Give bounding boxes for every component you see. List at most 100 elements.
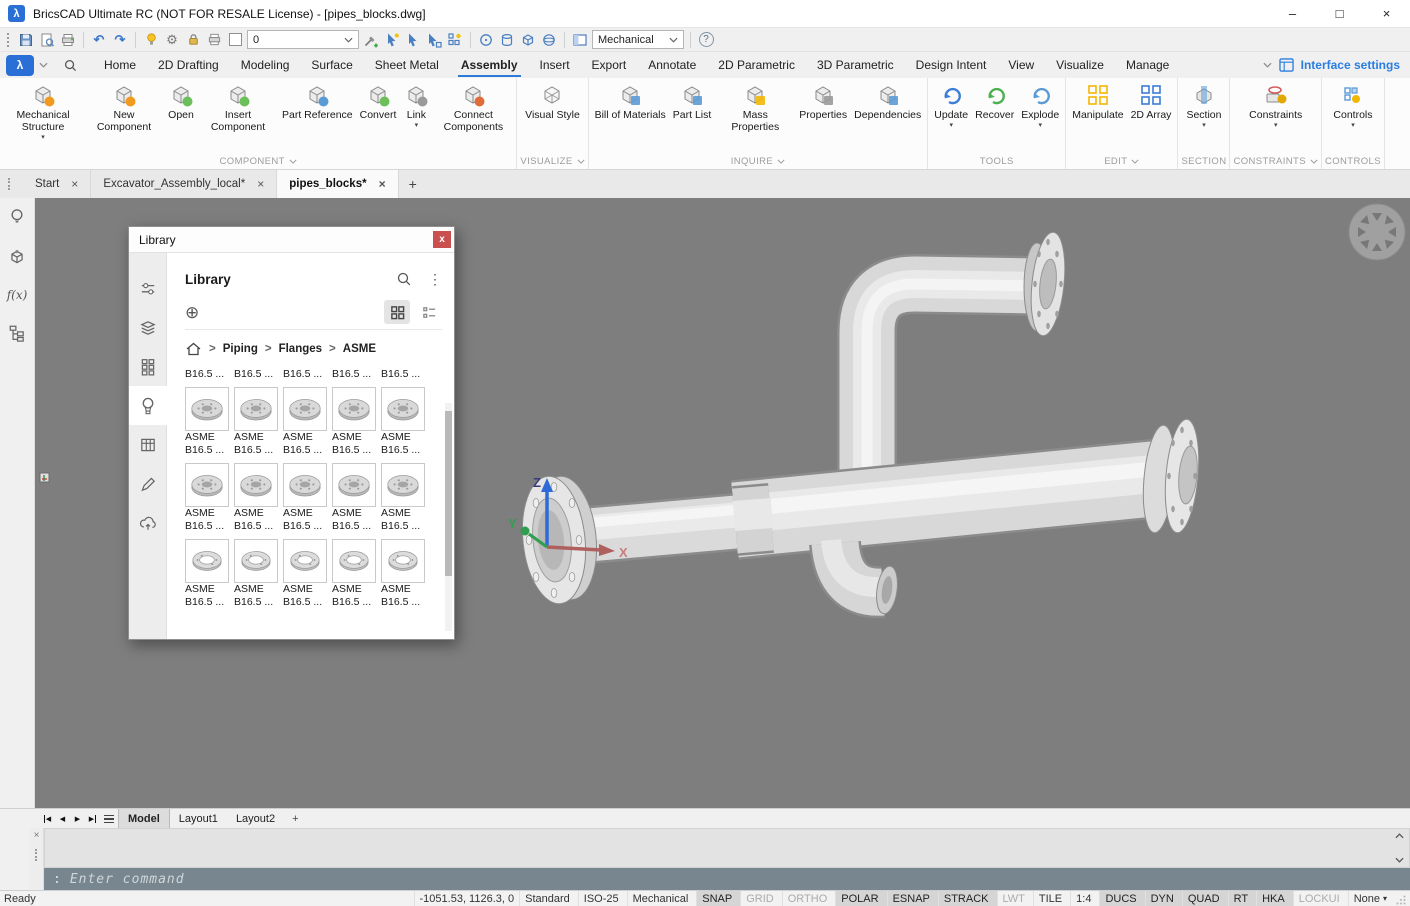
cloud-upload-icon[interactable] bbox=[129, 503, 167, 542]
new-tab-button[interactable]: + bbox=[399, 170, 427, 198]
library-item[interactable]: ASME B16.5 ... bbox=[185, 539, 231, 608]
layers-icon[interactable] bbox=[129, 308, 167, 347]
command-input[interactable]: : Enter command bbox=[44, 868, 1410, 890]
annotate-pencil-icon[interactable] bbox=[129, 464, 167, 503]
layout-tab[interactable]: Layout1 bbox=[170, 809, 227, 828]
document-tab[interactable]: pipes_blocks* × bbox=[277, 170, 398, 198]
command-panel-handle[interactable]: × bbox=[30, 828, 44, 890]
close-tab-icon[interactable]: × bbox=[257, 177, 264, 191]
toolbar-drag-handle[interactable] bbox=[7, 33, 11, 47]
status-toggle[interactable]: QUAD bbox=[1182, 891, 1228, 906]
ribbon-button[interactable]: Controls ▾ bbox=[1330, 81, 1375, 131]
ribbon-button[interactable]: Properties bbox=[796, 81, 850, 131]
library-item[interactable]: ASME B16.5 ... bbox=[185, 463, 231, 532]
library-item-label[interactable]: B16.5 ... bbox=[332, 368, 378, 380]
library-item-label[interactable]: B16.5 ... bbox=[283, 368, 329, 380]
ribbon-tab[interactable]: Home bbox=[93, 52, 147, 78]
ribbon-button[interactable]: 2D Array bbox=[1128, 81, 1175, 131]
ribbon-tab[interactable]: Visualize bbox=[1045, 52, 1115, 78]
circle-view-icon[interactable] bbox=[477, 31, 495, 49]
drag-dots-icon[interactable] bbox=[35, 849, 38, 861]
library-panel-titlebar[interactable]: Library x bbox=[129, 227, 454, 253]
ribbon-button[interactable]: Mass Properties bbox=[715, 81, 795, 143]
status-toggle[interactable]: DUCS bbox=[1099, 891, 1144, 906]
status-toggle[interactable]: 1:4 bbox=[1070, 891, 1099, 906]
coordinates-display[interactable]: -1051.53, 1126.3, 0 bbox=[414, 891, 520, 906]
home-icon[interactable] bbox=[185, 341, 202, 357]
lightbulb-panel-icon[interactable] bbox=[8, 208, 26, 226]
ribbon-tab[interactable]: Surface bbox=[300, 52, 363, 78]
ribbon-tab[interactable]: 2D Parametric bbox=[707, 52, 806, 78]
undo-icon[interactable]: ↶ bbox=[90, 31, 108, 49]
library-item[interactable]: ASME B16.5 ... bbox=[381, 539, 427, 608]
ribbon-tab[interactable]: Design Intent bbox=[905, 52, 998, 78]
ribbon-tab[interactable]: Insert bbox=[529, 52, 581, 78]
status-toggle[interactable]: ESNAP bbox=[887, 891, 938, 906]
previous-layout-button[interactable]: ◀ bbox=[55, 809, 70, 828]
library-scrollbar[interactable] bbox=[445, 403, 452, 631]
save-icon[interactable] bbox=[17, 31, 35, 49]
status-toggle[interactable]: Standard bbox=[519, 891, 578, 906]
close-panel-button[interactable]: x bbox=[433, 231, 451, 248]
status-toggle[interactable]: RT bbox=[1228, 891, 1256, 906]
status-toggle[interactable]: Mechanical bbox=[627, 891, 697, 906]
table-icon[interactable] bbox=[129, 425, 167, 464]
library-item[interactable]: ASME B16.5 ... bbox=[234, 463, 280, 532]
grid-view-toggle[interactable] bbox=[384, 300, 410, 324]
ribbon-tab[interactable]: Export bbox=[581, 52, 638, 78]
ribbon-button[interactable]: Recover bbox=[972, 81, 1017, 131]
status-toggle[interactable]: POLAR bbox=[835, 891, 886, 906]
scroll-up-icon[interactable] bbox=[1395, 833, 1404, 839]
library-balloon-icon[interactable] bbox=[129, 386, 167, 425]
print-icon[interactable] bbox=[59, 31, 77, 49]
ribbon-group-label[interactable]: SECTION bbox=[1181, 154, 1226, 169]
search-icon[interactable] bbox=[63, 58, 78, 73]
library-item[interactable]: ASME B16.5 ... bbox=[332, 387, 378, 456]
status-toggle[interactable]: None▾ bbox=[1348, 891, 1392, 906]
layer-print-icon[interactable] bbox=[205, 31, 223, 49]
status-toggle[interactable]: ISO-25 bbox=[578, 891, 627, 906]
status-toggle[interactable]: TILE bbox=[1033, 891, 1070, 906]
ribbon-tab[interactable]: Modeling bbox=[230, 52, 301, 78]
ribbon-tab[interactable]: 2D Drafting bbox=[147, 52, 230, 78]
library-item[interactable]: ASME B16.5 ... bbox=[234, 539, 280, 608]
ribbon-button[interactable]: Part Reference bbox=[279, 81, 356, 131]
pipette-plus-icon[interactable] bbox=[362, 31, 380, 49]
next-layout-button[interactable]: ▶ bbox=[70, 809, 85, 828]
ribbon-tab[interactable]: Assembly bbox=[450, 52, 529, 78]
breadcrumb-item[interactable]: ASME bbox=[343, 343, 376, 355]
lock-icon[interactable] bbox=[184, 31, 202, 49]
cursor-lightbulb-icon[interactable] bbox=[383, 31, 401, 49]
library-item[interactable]: ASME B16.5 ... bbox=[185, 387, 231, 456]
status-toggle[interactable]: DYN bbox=[1145, 891, 1182, 906]
ribbon-button[interactable]: Open bbox=[165, 81, 197, 131]
cylinder-view-icon[interactable] bbox=[498, 31, 516, 49]
collapse-ribbon-icon[interactable] bbox=[1263, 62, 1272, 68]
layout-list-icon[interactable] bbox=[100, 809, 118, 828]
breadcrumb-item[interactable]: Flanges bbox=[279, 343, 322, 355]
tabbar-drag-handle[interactable] bbox=[8, 178, 13, 190]
library-item[interactable]: ASME B16.5 ... bbox=[283, 463, 329, 532]
library-item-label[interactable]: B16.5 ... bbox=[185, 368, 231, 380]
chevron-down-icon[interactable] bbox=[39, 62, 48, 68]
ribbon-group-label[interactable]: VISUALIZE bbox=[520, 154, 584, 169]
library-item[interactable]: ASME B16.5 ... bbox=[234, 387, 280, 456]
document-tab[interactable]: Excavator_Assembly_local* × bbox=[91, 170, 277, 198]
print-preview-icon[interactable] bbox=[38, 31, 56, 49]
ribbon-tab[interactable]: View bbox=[997, 52, 1045, 78]
redo-icon[interactable]: ↷ bbox=[111, 31, 129, 49]
library-item[interactable]: ASME B16.5 ... bbox=[283, 539, 329, 608]
ribbon-button[interactable]: Section ▾ bbox=[1183, 81, 1224, 131]
document-tab[interactable]: Start × bbox=[23, 170, 91, 198]
ribbon-button[interactable]: Constraints ▾ bbox=[1246, 81, 1305, 131]
ribbon-button[interactable]: Link ▾ bbox=[400, 81, 432, 131]
ribbon-button[interactable]: Mechanical Structure ▾ bbox=[3, 81, 83, 143]
layer-on-lightbulb-icon[interactable] bbox=[142, 31, 160, 49]
status-toggle[interactable]: SNAP bbox=[696, 891, 740, 906]
ribbon-group-label[interactable]: INQUIRE bbox=[592, 154, 925, 169]
ribbon-button[interactable]: Insert Component bbox=[198, 81, 278, 143]
library-item[interactable]: ASME B16.5 ... bbox=[283, 387, 329, 456]
scrollbar-thumb[interactable] bbox=[445, 411, 452, 576]
add-layout-button[interactable]: + bbox=[284, 809, 306, 828]
ribbon-button[interactable]: Dependencies bbox=[851, 81, 924, 131]
